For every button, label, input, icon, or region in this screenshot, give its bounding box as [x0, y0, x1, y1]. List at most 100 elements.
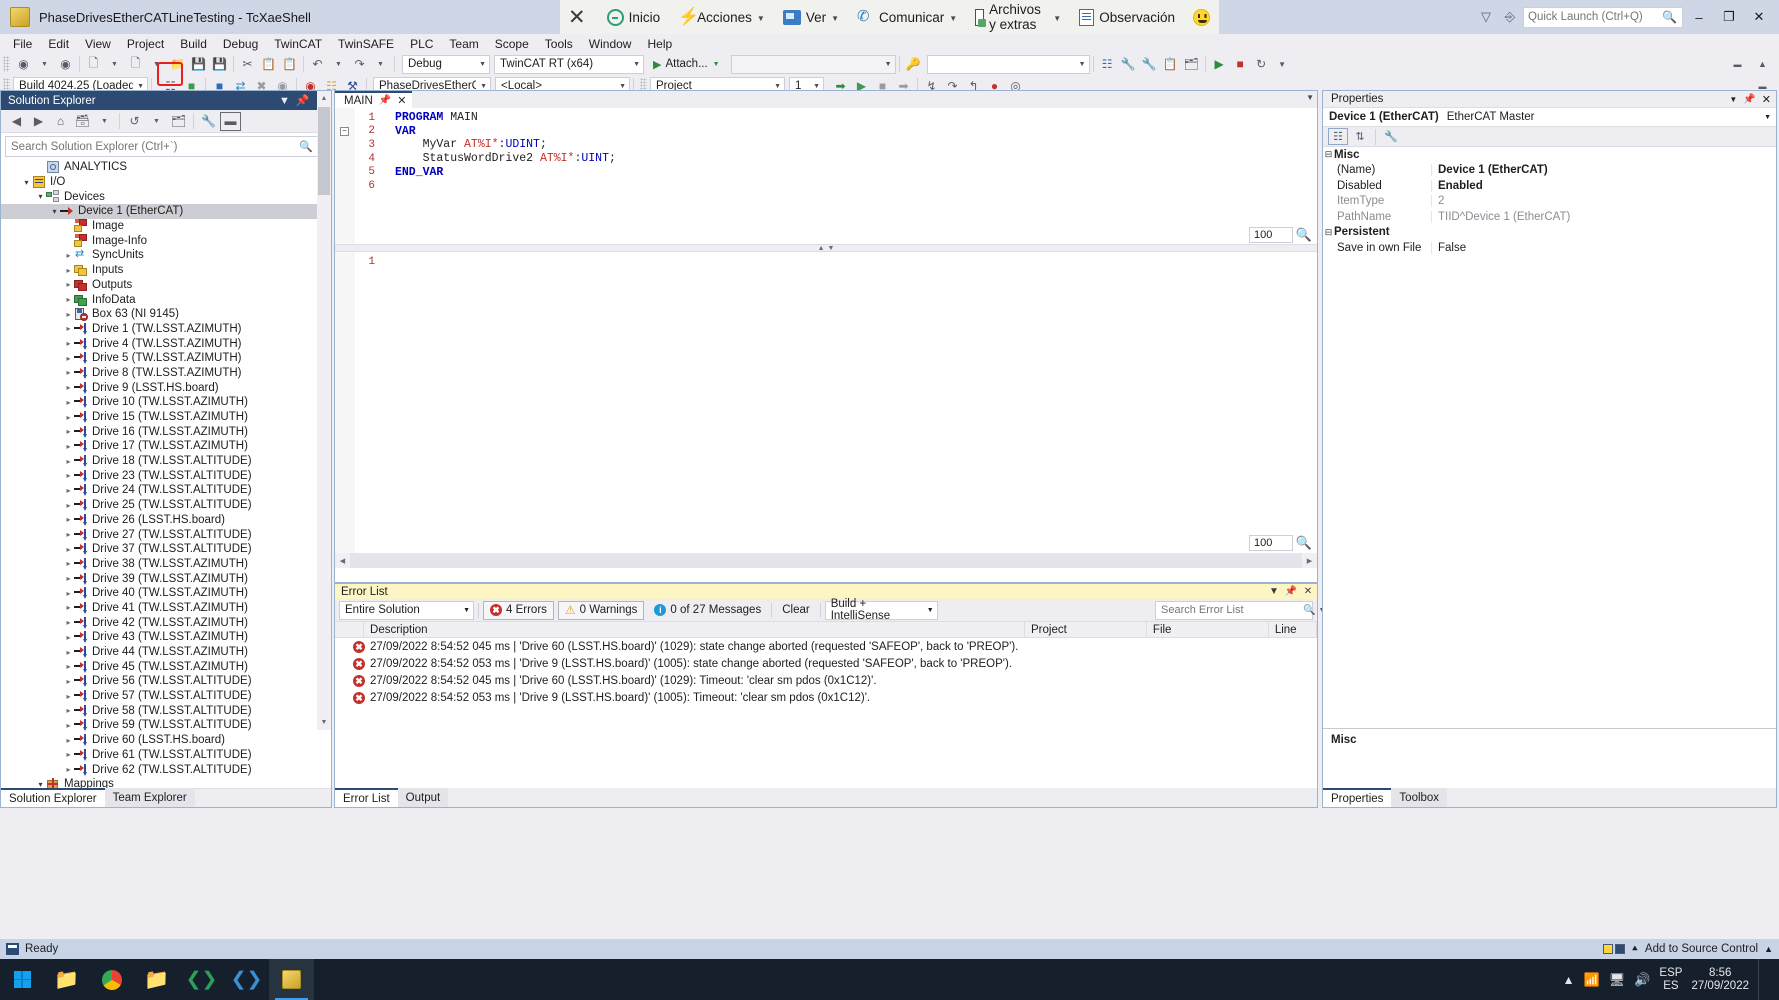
sync-with-active-document-icon[interactable]: 🗃 [72, 112, 93, 131]
chevron-collapsed-icon[interactable]: ▸ [63, 692, 74, 701]
messages-filter-button[interactable]: i 0 of 27 Messages [648, 601, 767, 620]
show-desktop-button[interactable] [1758, 959, 1767, 1000]
toolbox-icon[interactable]: 🔧 [1139, 54, 1160, 74]
solution-explorer-search-box[interactable]: 🔍 ▼ [5, 136, 327, 157]
chevron-collapsed-icon[interactable]: ▸ [63, 251, 74, 260]
categorized-icon[interactable]: ☷ [1328, 128, 1348, 145]
restore-button[interactable]: ❐ [1715, 4, 1743, 30]
clock[interactable]: 8:56 27/09/2022 [1691, 967, 1749, 993]
tree-item-drive-56-tw-lsst-altitude[interactable]: ▸ Drive 56 (TW.LSST.ALTITUDE) [1, 674, 331, 689]
chevron-collapsed-icon[interactable]: ▸ [63, 515, 74, 524]
tree-item-drive-15-tw-lsst-azimuth[interactable]: ▸ Drive 15 (TW.LSST.AZIMUTH) [1, 410, 331, 425]
clear-button[interactable]: Clear [776, 601, 815, 620]
pin-icon[interactable]: 📌 [296, 94, 310, 107]
error-list-row[interactable]: ✖ 27/09/2022 8:54:52 053 ms | 'Drive 9 (L… [335, 655, 1317, 672]
scope-filter-combo[interactable]: Entire Solution ▼ [339, 600, 474, 620]
source-filter-combo[interactable]: Build + IntelliSense ▼ [824, 598, 938, 622]
search-input[interactable] [11, 140, 300, 153]
navigate-backward-icon[interactable]: ◉ [13, 54, 34, 74]
chevron-collapsed-icon[interactable]: ▸ [63, 603, 74, 612]
collapse-icon[interactable]: ⊟ [1323, 227, 1334, 238]
scroll-right-icon[interactable]: ▶ [1302, 553, 1317, 568]
column-header[interactable]: Description [364, 621, 1026, 638]
tab-output[interactable]: Output [397, 788, 449, 807]
declaration-code[interactable]: 1 PROGRAM MAIN −2 VAR 3 MyVar AT%I*:UDINT; 4 … [335, 108, 1317, 193]
new-project-icon[interactable]: 🗋 [83, 54, 104, 74]
attach-button[interactable]: ▶ Attach... ▼ [650, 55, 723, 74]
tree-item-drive-45-tw-lsst-azimuth[interactable]: ▸ Drive 45 (TW.LSST.AZIMUTH) [1, 659, 331, 674]
zoom-level-bottom[interactable]: 100 [1249, 535, 1293, 551]
close-icon[interactable]: ✕ [1762, 93, 1771, 106]
chevron-collapsed-icon[interactable]: ▸ [63, 662, 74, 671]
editor-splitter[interactable]: ▲ ▼ [335, 244, 1317, 252]
chevron-collapsed-icon[interactable]: ▸ [63, 398, 74, 407]
menu-project[interactable]: Project [119, 35, 172, 53]
close-icon[interactable]: ✕ [397, 94, 406, 107]
chevron-collapsed-icon[interactable]: ▸ [63, 383, 74, 392]
add-new-item-icon[interactable]: 🗋 [125, 54, 146, 74]
overlay-item-observacion[interactable]: Observación [1070, 0, 1184, 34]
redo-icon[interactable]: ↷ [349, 54, 370, 74]
settings-wrench-icon[interactable]: 🔧 [1118, 54, 1139, 74]
volume-icon[interactable]: 🔊 [1634, 972, 1650, 988]
property-value[interactable]: Device 1 (EtherCAT) [1431, 164, 1776, 177]
property-row[interactable]: Save in own File False [1323, 240, 1776, 256]
chevron-collapsed-icon[interactable]: ▸ [63, 427, 74, 436]
home-icon[interactable]: ⌂ [50, 112, 71, 131]
pin-icon[interactable]: 📌 [379, 95, 391, 106]
property-value[interactable]: 2 [1431, 195, 1776, 208]
pin-icon[interactable]: 📌 [1285, 586, 1297, 598]
tree-item-drive-62-tw-lsst-altitude[interactable]: ▸ Drive 62 (TW.LSST.ALTITUDE) [1, 762, 331, 777]
tree-item-drive-59-tw-lsst-altitude[interactable]: ▸ Drive 59 (TW.LSST.ALTITUDE) [1, 718, 331, 733]
redo-dropdown-icon[interactable]: ▼ [370, 54, 391, 74]
collapse-icon[interactable]: ⊟ [1323, 149, 1334, 160]
close-icon[interactable]: ✕ [1302, 586, 1314, 598]
tree-item-drive-37-tw-lsst-altitude[interactable]: ▸ Drive 37 (TW.LSST.ALTITUDE) [1, 542, 331, 557]
navigate-forward-icon[interactable]: ◉ [55, 54, 76, 74]
menu-debug[interactable]: Debug [215, 35, 266, 53]
tree-item-drive-23-tw-lsst-altitude[interactable]: ▸ Drive 23 (TW.LSST.ALTITUDE) [1, 468, 331, 483]
navigate-backward-dropdown-icon[interactable]: ▼ [34, 54, 55, 74]
language-indicator[interactable]: ESP ES [1659, 967, 1682, 993]
error-list-row[interactable]: ✖ 27/09/2022 8:54:52 045 ms | 'Drive 60 (… [335, 672, 1317, 689]
toolbar-options-icon[interactable]: ▬ [1727, 54, 1748, 74]
error-list-rows[interactable]: ✖ 27/09/2022 8:54:52 045 ms | 'Drive 60 (… [335, 638, 1317, 706]
tree-item-drive-4-tw-lsst-azimuth[interactable]: ▸ Drive 4 (TW.LSST.AZIMUTH) [1, 336, 331, 351]
tab-main[interactable]: MAIN 📌 ✕ [335, 91, 413, 108]
quick-launch-box[interactable]: 🔍 [1523, 6, 1683, 28]
tree-item-i-o[interactable]: ▾ I/O [1, 175, 331, 190]
chevron-expanded-icon[interactable]: ▾ [35, 192, 46, 201]
taskbar-chrome[interactable] [89, 959, 134, 1000]
undo-icon[interactable]: ↶ [307, 54, 328, 74]
editor-horizontal-scrollbar[interactable]: ◀ ▶ [335, 553, 1317, 568]
save-all-icon[interactable]: 💾 [209, 54, 230, 74]
tree-item-drive-10-tw-lsst-azimuth[interactable]: ▸ Drive 10 (TW.LSST.AZIMUTH) [1, 395, 331, 410]
more-toolbar-icon[interactable]: ▼ [1272, 54, 1293, 74]
solution-configuration-combo[interactable]: Debug ▼ [402, 54, 490, 74]
properties-grid[interactable]: ⊟ Misc (Name) Device 1 (EtherCAT) Disabled En… [1323, 147, 1776, 256]
chevron-down-icon[interactable]: ▼ [278, 94, 291, 107]
chevron-down-icon[interactable]: ▼ [94, 112, 115, 131]
properties-window-icon[interactable]: 📋 [1160, 54, 1181, 74]
properties-group-header[interactable]: ⊟ Misc [1323, 147, 1776, 163]
magnifier-icon[interactable]: 🔍 [1295, 534, 1313, 552]
undo-dropdown-icon[interactable]: ▼ [328, 54, 349, 74]
tree-item-device-1-ethercat[interactable]: ▾ Device 1 (EtherCAT) [1, 204, 331, 219]
menu-edit[interactable]: Edit [40, 35, 77, 53]
menu-build[interactable]: Build [172, 35, 215, 53]
chevron-down-icon[interactable]: ▼ [146, 112, 167, 131]
tree-item-drive-58-tw-lsst-altitude[interactable]: ▸ Drive 58 (TW.LSST.ALTITUDE) [1, 703, 331, 718]
tree-item-drive-40-tw-lsst-azimuth[interactable]: ▸ Drive 40 (TW.LSST.AZIMUTH) [1, 586, 331, 601]
tree-item-syncunits[interactable]: ▸ ⇄ SyncUnits [1, 248, 331, 263]
chevron-down-icon[interactable]: ▼ [1729, 95, 1737, 104]
forward-icon[interactable]: ▶ [28, 112, 49, 131]
overlay-item-archivos-y-extras[interactable]: Archivos y extras ▼ [966, 0, 1070, 34]
chevron-collapsed-icon[interactable]: ▸ [63, 457, 74, 466]
tree-item-devices[interactable]: ▾ Devices [1, 189, 331, 204]
chevron-expanded-icon[interactable]: ▾ [21, 178, 32, 187]
declaration-editor[interactable]: 1 PROGRAM MAIN −2 VAR 3 MyVar AT%I*:UDINT; 4 … [335, 108, 1317, 244]
property-row[interactable]: ItemType 2 [1323, 194, 1776, 210]
chevron-up-icon[interactable]: ⯅ [1631, 944, 1639, 955]
run-icon[interactable]: ▶ [1209, 54, 1230, 74]
tree-item-drive-26-lsst-hs-board[interactable]: ▸ Drive 26 (LSST.HS.board) [1, 513, 331, 528]
